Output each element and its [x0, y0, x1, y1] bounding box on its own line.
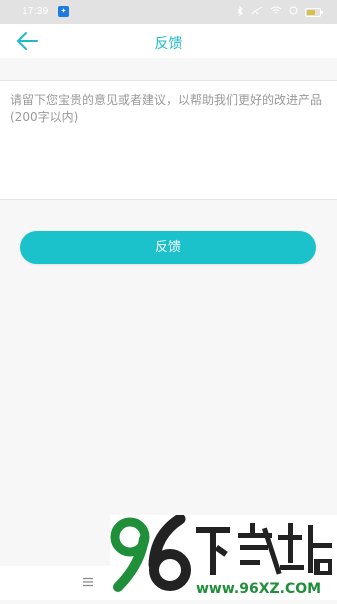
header-bar: 反馈 — [0, 24, 337, 58]
submit-feedback-button[interactable]: 反馈 — [20, 231, 316, 264]
watermark-logo: www.96XZ.COM — [110, 513, 332, 597]
status-time: 17:39 — [22, 6, 49, 17]
wifi-icon — [270, 6, 282, 18]
bluetooth-icon — [237, 5, 244, 19]
menu-icon[interactable] — [81, 575, 95, 589]
battery-icon — [305, 7, 323, 17]
feedback-panel — [0, 81, 337, 200]
app-notification-icon: ✦ — [58, 6, 69, 17]
svg-text:www.96XZ.COM: www.96XZ.COM — [196, 581, 321, 597]
status-icons — [237, 5, 323, 19]
feedback-textarea[interactable] — [0, 81, 337, 199]
alarm-icon — [289, 6, 298, 18]
site-watermark: www.96XZ.COM — [110, 513, 337, 600]
signal-icon — [251, 6, 263, 18]
page-title: 反馈 — [154, 36, 183, 52]
status-bar: 17:39 ✦ — [0, 0, 337, 24]
header-divider — [0, 58, 337, 81]
